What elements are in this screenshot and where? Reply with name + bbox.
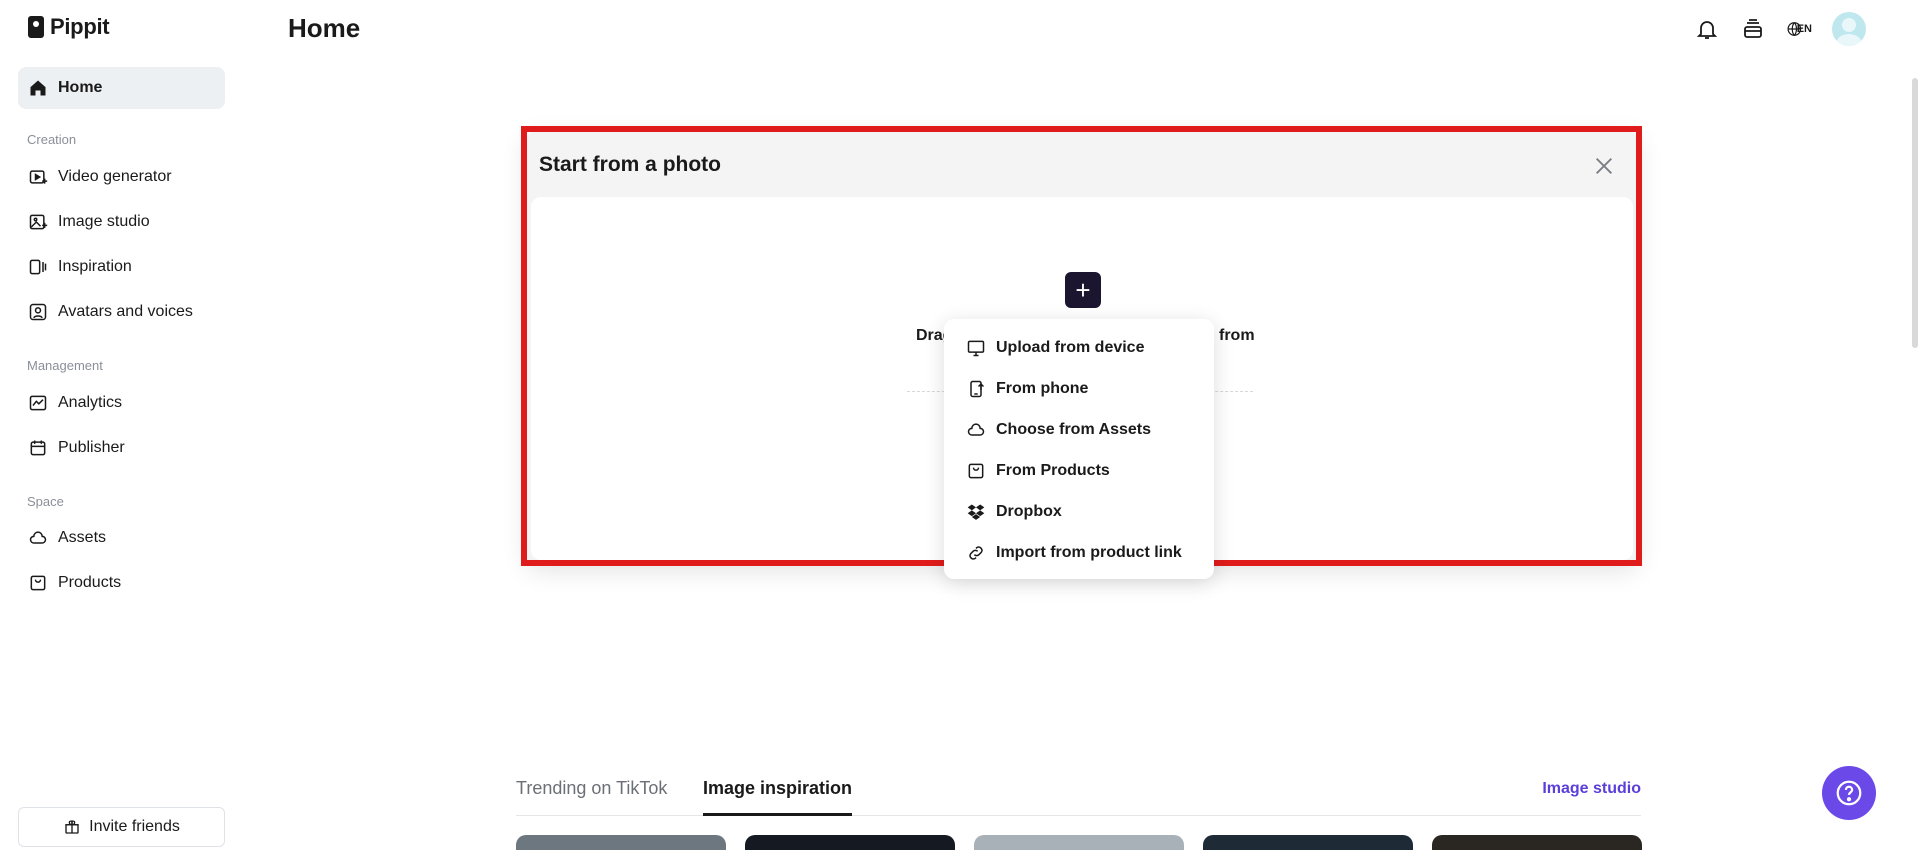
upload-source-menu: Upload from device From phone Choose fro… [944, 319, 1214, 579]
pippit-logo-icon [28, 16, 44, 38]
gift-icon [65, 820, 79, 834]
close-icon [1596, 158, 1612, 174]
menu-item-import-link[interactable]: Import from product link [944, 532, 1214, 573]
sidebar-item-analytics[interactable]: Analytics [18, 382, 225, 424]
user-avatar[interactable] [1832, 12, 1866, 46]
thumbnail[interactable] [1203, 835, 1413, 850]
tab-trending-tiktok[interactable]: Trending on TikTok [516, 778, 667, 799]
thumbnail[interactable] [745, 835, 955, 850]
analytics-icon [29, 395, 47, 411]
sidebar-item-assets[interactable]: Assets [18, 517, 225, 559]
link-icon [969, 545, 983, 560]
menu-item-label: From Products [996, 461, 1110, 479]
video-generator-icon [29, 170, 48, 184]
menu-item-label: From phone [996, 379, 1089, 397]
language-button[interactable]: EN [1786, 16, 1812, 42]
menu-item-label: Choose from Assets [996, 420, 1151, 438]
sidebar-item-image-studio[interactable]: Image studio [18, 201, 225, 243]
invite-friends-button[interactable]: Invite friends [18, 807, 225, 847]
close-button[interactable] [1593, 155, 1615, 177]
help-icon [1836, 780, 1862, 806]
phone-upload-icon [970, 380, 985, 397]
sidebar-item-products[interactable]: Products [18, 562, 225, 604]
monitor-icon [967, 340, 985, 356]
bag-icon [968, 463, 984, 478]
bag-icon [30, 575, 46, 591]
avatar-icon [29, 303, 47, 321]
sidebar-item-label: Inspiration [58, 258, 132, 275]
section-space: Space [27, 494, 64, 509]
thumbnail[interactable] [974, 835, 1184, 850]
sidebar-item-label: Video generator [58, 168, 172, 185]
calendar-icon [30, 440, 46, 456]
image-studio-icon [29, 214, 48, 230]
sidebar-item-label: Home [58, 79, 103, 96]
header-actions: EN [1694, 12, 1866, 46]
section-management: Management [27, 358, 103, 373]
language-code: EN [1796, 23, 1812, 35]
panel-title: Start from a photo [539, 153, 721, 176]
inspiration-tabs: Trending on TikTok Image inspiration Ima… [516, 772, 1641, 816]
menu-item-from-phone[interactable]: From phone [944, 368, 1214, 409]
menu-item-choose-assets[interactable]: Choose from Assets [944, 409, 1214, 450]
page-scrollbar[interactable] [1912, 78, 1918, 348]
pippit-logo[interactable]: Pippit [28, 14, 110, 40]
menu-item-dropbox[interactable]: Dropbox [944, 491, 1214, 532]
sidebar-item-label: Assets [58, 529, 107, 546]
sidebar-item-label: Products [58, 574, 122, 591]
menu-item-label: Dropbox [996, 502, 1062, 520]
card-stack-icon [1744, 19, 1762, 38]
menu-item-from-products[interactable]: From Products [944, 450, 1214, 491]
bell-icon [1696, 21, 1718, 39]
section-creation: Creation [27, 132, 77, 147]
menu-item-label: Import from product link [996, 543, 1182, 561]
page-title: Home [288, 13, 361, 43]
thumbnail[interactable] [1432, 835, 1642, 850]
sidebar-item-label: Image studio [58, 213, 150, 230]
sidebar-item-video-generator[interactable]: Video generator [18, 156, 225, 198]
thumbnail[interactable] [516, 835, 726, 850]
inspiration-thumbnails [516, 835, 1642, 850]
help-button[interactable] [1822, 766, 1876, 820]
image-studio-link[interactable]: Image studio [1542, 780, 1641, 798]
subscription-button[interactable] [1740, 16, 1766, 42]
sidebar-item-home[interactable]: Home [18, 67, 225, 109]
sidebar-item-publisher[interactable]: Publisher [18, 427, 225, 469]
menu-item-label: Upload from device [996, 338, 1145, 356]
drag-text-right: from [1219, 327, 1255, 344]
logo-text: Pippit [50, 14, 110, 39]
notifications-button[interactable] [1694, 16, 1720, 42]
home-icon [30, 80, 46, 96]
sidebar-item-label: Avatars and voices [58, 303, 193, 320]
sidebar: Pippit Home Creation Video generator Ima… [0, 0, 240, 850]
add-photo-button[interactable]: + [1065, 272, 1101, 308]
sidebar-item-label: Publisher [58, 439, 125, 456]
sidebar-item-inspiration[interactable]: Inspiration [18, 246, 225, 288]
cloud-icon [967, 422, 985, 436]
inspiration-icon [29, 259, 47, 275]
invite-label: Invite friends [89, 818, 180, 835]
sidebar-item-label: Analytics [58, 394, 123, 411]
dropbox-icon [967, 504, 985, 520]
menu-item-upload-device[interactable]: Upload from device [944, 327, 1214, 368]
tab-image-inspiration[interactable]: Image inspiration [703, 778, 853, 816]
sidebar-item-avatars-voices[interactable]: Avatars and voices [18, 291, 225, 333]
cloud-icon [29, 531, 47, 544]
